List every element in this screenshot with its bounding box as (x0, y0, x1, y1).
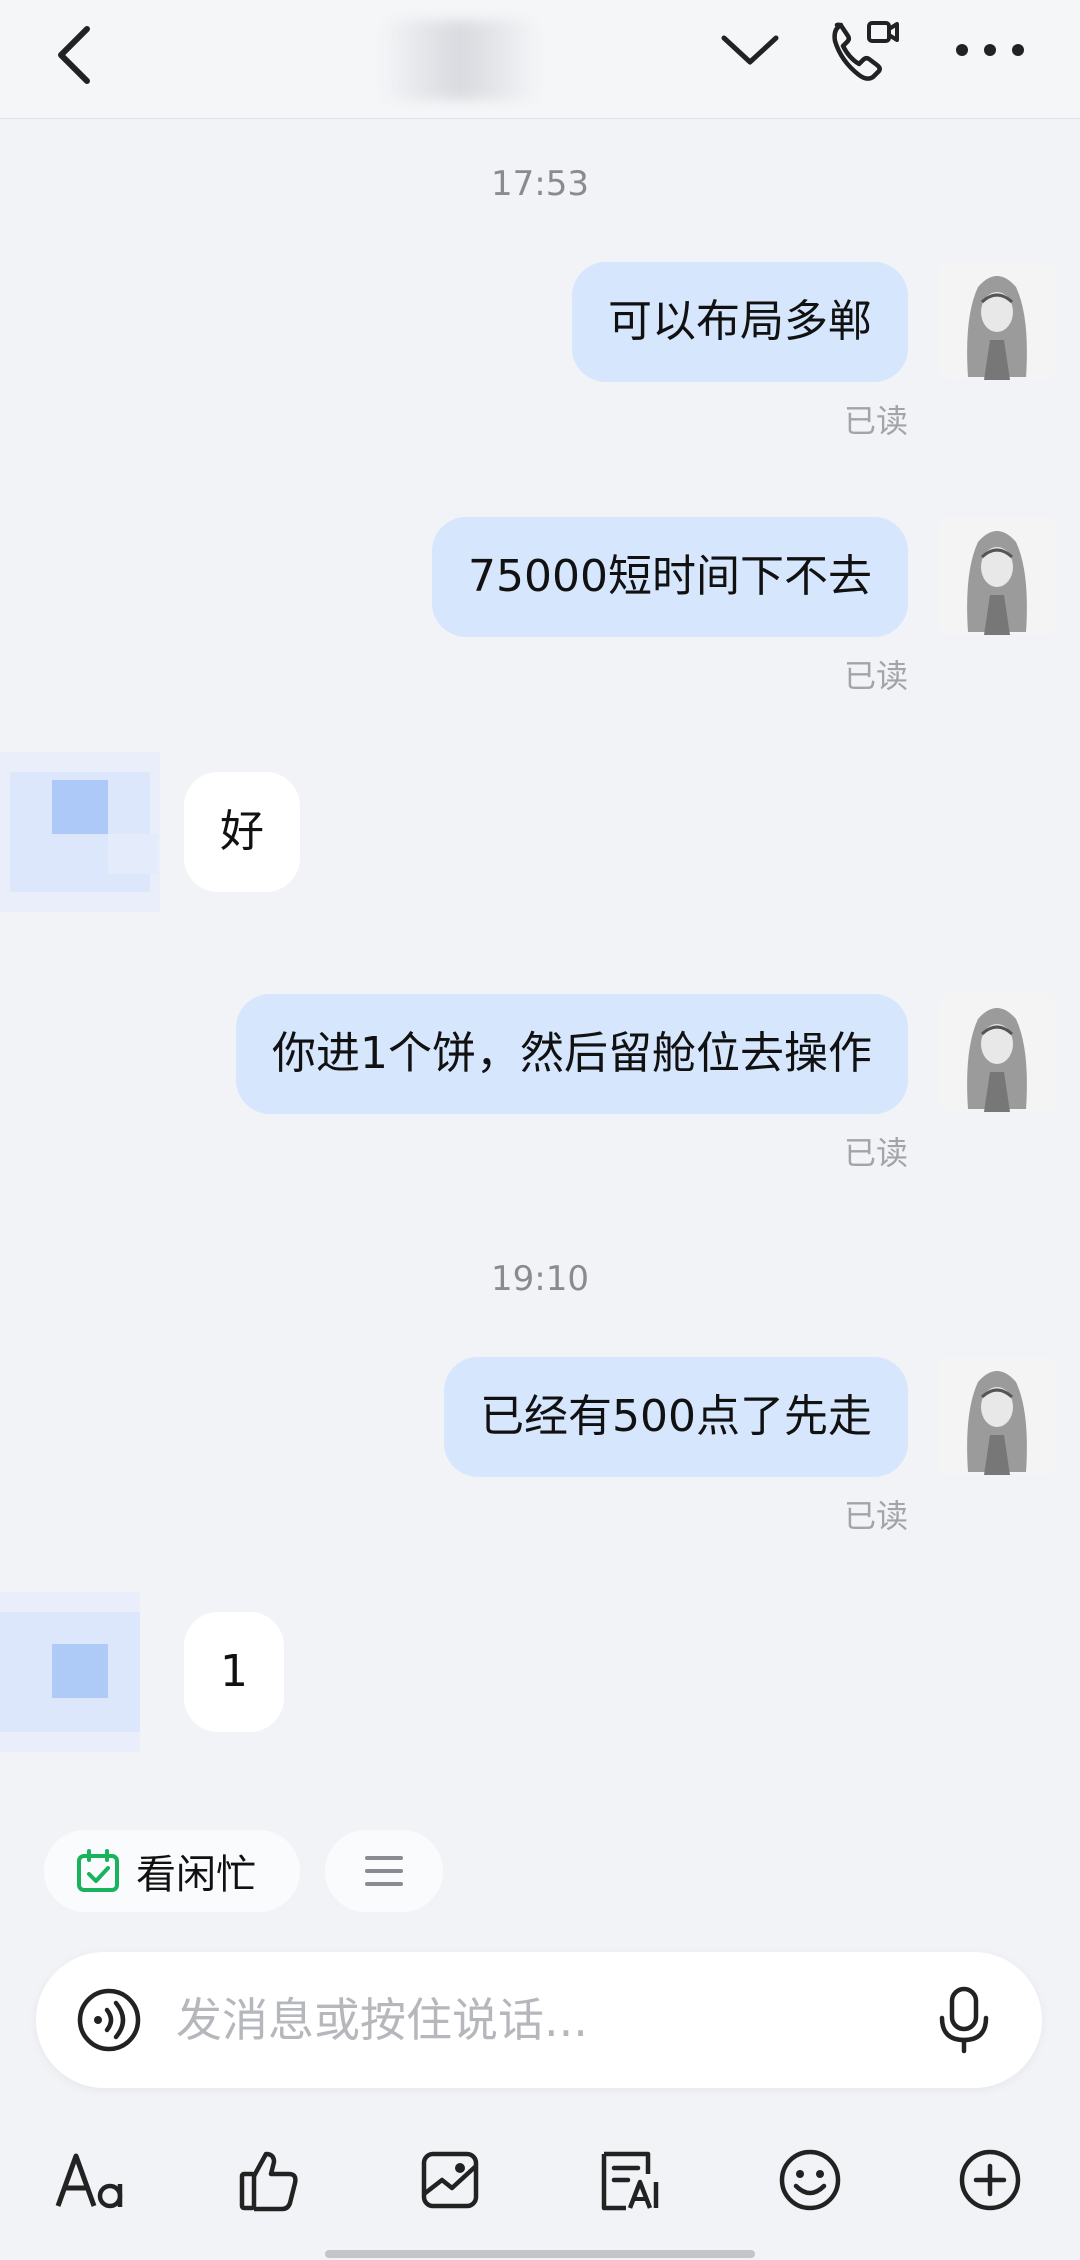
thumbs-up-icon (239, 2151, 298, 2212)
menu-chip[interactable] (325, 1830, 443, 1912)
contact-message-bubble[interactable]: 1 (184, 1612, 284, 1732)
voice-icon (77, 1988, 141, 2052)
more-icon (956, 44, 1024, 56)
availability-chip-label: 看闲忙 (136, 1852, 256, 1898)
avatar-illustration (938, 517, 1056, 635)
font-icon (55, 2153, 123, 2209)
read-status: 已读 (843, 1134, 908, 1172)
my-avatar[interactable] (938, 262, 1056, 380)
video-call-icon (832, 21, 899, 81)
call-button[interactable] (825, 10, 905, 90)
avatar-illustration (938, 1357, 1056, 1475)
availability-chip[interactable]: 看闲忙 (44, 1830, 300, 1912)
my-message-bubble[interactable]: 已经有500点了先走 (444, 1357, 908, 1477)
font-button[interactable] (45, 2135, 135, 2225)
expand-button[interactable] (715, 20, 785, 80)
avatar-illustration (938, 262, 1056, 380)
my-message-bubble[interactable]: 可以布局多郸 (572, 262, 908, 382)
voice-toggle-button[interactable] (76, 1987, 142, 2057)
more-features-button[interactable] (945, 2135, 1035, 2225)
message-input[interactable]: 发消息或按住说话... (176, 1952, 588, 2088)
more-button[interactable] (950, 20, 1030, 80)
my-message-bubble[interactable]: 75000短时间下不去 (432, 517, 908, 637)
menu-icon (365, 1856, 403, 1886)
mic-button[interactable] (936, 1986, 992, 2058)
emoji-icon (779, 2149, 841, 2211)
top-bar (0, 0, 1080, 119)
back-button[interactable] (40, 10, 110, 100)
contact-message-bubble[interactable]: 好 (184, 772, 300, 892)
mic-icon (939, 1986, 989, 2054)
chevron-down-icon (721, 35, 779, 65)
my-avatar[interactable] (938, 1357, 1056, 1475)
contact-avatar[interactable] (0, 752, 160, 912)
ai-write-icon (601, 2151, 659, 2211)
image-button[interactable] (405, 2135, 495, 2225)
ai-write-button[interactable] (585, 2135, 675, 2225)
avatar-illustration (938, 994, 1056, 1112)
input-toolbar (0, 2120, 1080, 2240)
image-icon (421, 2151, 479, 2209)
plus-icon (959, 2149, 1021, 2211)
timestamp: 19:10 (491, 1259, 589, 1299)
blurred-avatar (0, 1592, 140, 1752)
emoji-button[interactable] (765, 2135, 855, 2225)
my-message-bubble[interactable]: 你进1个饼，然后留舱位去操作 (236, 994, 908, 1114)
calendar-check-icon (77, 1849, 119, 1892)
home-indicator (325, 2250, 755, 2258)
like-button[interactable] (225, 2135, 315, 2225)
chevron-left-icon (58, 26, 90, 84)
message-composer: 发消息或按住说话... (36, 1952, 1042, 2088)
chat-title (380, 20, 540, 100)
my-avatar[interactable] (938, 994, 1056, 1112)
my-avatar[interactable] (938, 517, 1056, 635)
read-status: 已读 (843, 402, 908, 440)
read-status: 已读 (843, 1497, 908, 1535)
blurred-avatar (0, 752, 160, 912)
read-status: 已读 (843, 657, 908, 695)
timestamp: 17:53 (491, 164, 589, 204)
contact-avatar[interactable] (0, 1592, 160, 1752)
